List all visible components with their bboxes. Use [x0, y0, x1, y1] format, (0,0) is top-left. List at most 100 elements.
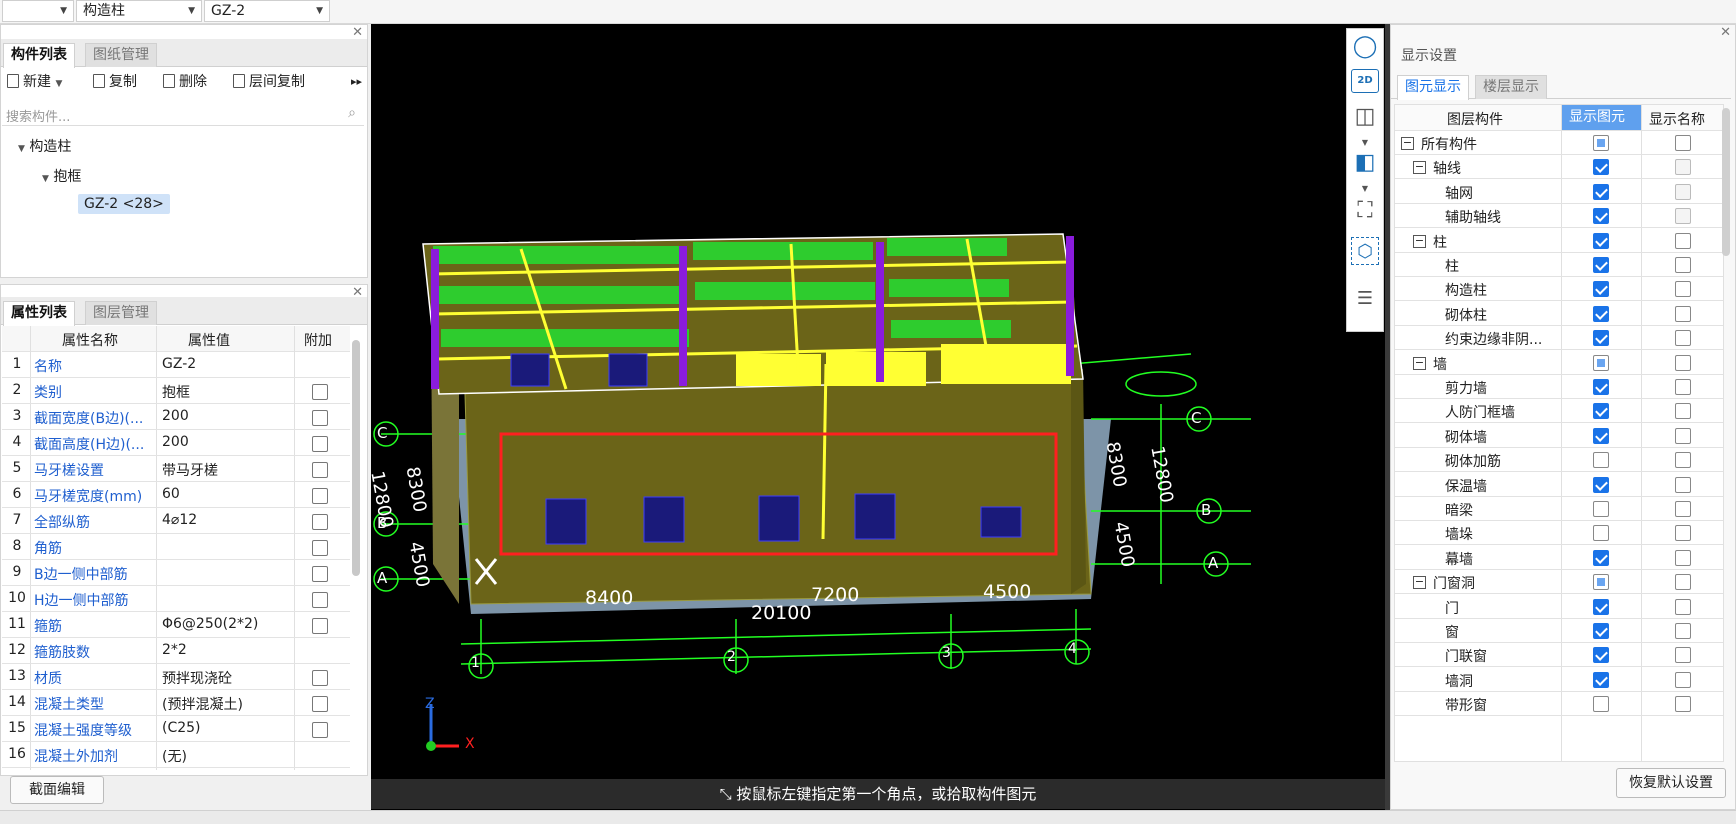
show-name-checkbox[interactable]	[1675, 330, 1691, 347]
property-value[interactable]: 2*2	[162, 642, 187, 658]
restore-defaults-button[interactable]: 恢复默认设置	[1616, 768, 1726, 798]
property-value[interactable]: (无)	[162, 746, 187, 766]
property-value[interactable]: 带马牙槎	[162, 460, 218, 480]
property-row[interactable]: 11 箍筋 Φ6@250(2*2)	[2, 612, 350, 638]
show-element-checkbox[interactable]	[1593, 427, 1609, 444]
append-checkbox[interactable]	[312, 540, 328, 556]
property-row[interactable]: 7 全部纵筋 4⌀12	[2, 508, 350, 534]
property-row[interactable]: 2 类别 抱框	[2, 378, 350, 404]
show-name-checkbox[interactable]	[1675, 671, 1691, 688]
display-row[interactable]: 门	[1395, 595, 1723, 619]
append-checkbox[interactable]	[312, 592, 328, 608]
display-row[interactable]: 人防门框墙	[1395, 399, 1723, 424]
append-checkbox[interactable]	[312, 488, 328, 504]
display-row[interactable]: 剪力墙	[1395, 375, 1723, 399]
box-select-icon[interactable]: ⬡	[1351, 237, 1379, 265]
tree-leaf-selected[interactable]: GZ-2 <28>	[78, 194, 170, 214]
show-element-checkbox[interactable]	[1593, 549, 1609, 566]
append-checkbox[interactable]	[312, 618, 328, 634]
show-name-checkbox[interactable]	[1675, 159, 1691, 176]
show-name-checkbox[interactable]	[1675, 354, 1691, 371]
section-edit-button[interactable]: 截面编辑	[10, 776, 104, 804]
show-name-checkbox[interactable]	[1675, 232, 1691, 249]
show-name-checkbox[interactable]	[1675, 647, 1691, 664]
floor-combo[interactable]: ▼	[2, 0, 74, 22]
append-checkbox[interactable]	[312, 722, 328, 738]
view-2d-icon[interactable]: 2D	[1351, 69, 1379, 93]
close-icon[interactable]: ✕	[352, 25, 363, 40]
show-name-checkbox[interactable]	[1675, 623, 1691, 639]
show-element-checkbox[interactable]	[1593, 696, 1609, 713]
property-row[interactable]: 8 角筋	[2, 534, 350, 560]
property-row[interactable]: 4 截面高度(H边)(... 200	[2, 430, 350, 456]
copy-button[interactable]: 复制	[93, 72, 137, 92]
tab-drawing-management[interactable]: 图纸管理	[85, 43, 157, 67]
append-checkbox[interactable]	[312, 696, 328, 712]
append-checkbox[interactable]	[312, 436, 328, 452]
show-element-checkbox[interactable]	[1593, 281, 1609, 298]
show-name-checkbox[interactable]	[1675, 427, 1691, 444]
properties-scrollbar[interactable]	[352, 340, 360, 576]
new-button[interactable]: 新建 ▼	[7, 72, 62, 94]
show-element-checkbox[interactable]	[1593, 208, 1609, 225]
display-row[interactable]: − 柱	[1395, 229, 1723, 253]
display-row[interactable]: − 墙	[1395, 351, 1723, 375]
component-name-combo[interactable]: GZ-2 ▼	[204, 0, 330, 22]
display-row[interactable]: 门联窗	[1395, 643, 1723, 668]
display-row[interactable]: 约束边缘非阴...	[1395, 326, 1723, 351]
display-settings-icon[interactable]: ☰	[1351, 285, 1379, 313]
display-row[interactable]: 辅助轴线	[1395, 204, 1723, 229]
display-row[interactable]: 带形窗	[1395, 692, 1723, 717]
append-checkbox[interactable]	[312, 670, 328, 686]
property-value[interactable]: 60	[162, 486, 180, 502]
show-element-checkbox[interactable]	[1593, 330, 1609, 347]
property-value[interactable]: 4⌀12	[162, 512, 197, 528]
floor-copy-button[interactable]: 层间复制	[233, 72, 305, 92]
show-name-checkbox[interactable]	[1675, 305, 1691, 322]
show-name-checkbox[interactable]	[1675, 208, 1691, 225]
display-row[interactable]: 柱	[1395, 253, 1723, 277]
component-type-combo[interactable]: 构造柱 ▼	[76, 0, 202, 22]
display-row[interactable]: 构造柱	[1395, 277, 1723, 302]
show-name-checkbox[interactable]	[1675, 183, 1691, 200]
append-checkbox[interactable]	[312, 514, 328, 530]
show-name-checkbox[interactable]	[1675, 476, 1691, 493]
show-name-checkbox[interactable]	[1675, 257, 1691, 273]
show-name-checkbox[interactable]	[1675, 403, 1691, 420]
property-value[interactable]: 预拌现浇砼	[162, 668, 232, 688]
component-search-input[interactable]: 搜索构件... ⌕	[2, 104, 364, 126]
append-checkbox[interactable]	[312, 462, 328, 478]
display-row[interactable]: 幕墙	[1395, 546, 1723, 570]
show-element-checkbox[interactable]	[1593, 598, 1609, 615]
show-element-checkbox[interactable]	[1593, 671, 1609, 688]
property-row[interactable]: 3 截面宽度(B边)(... 200	[2, 404, 350, 430]
orbit-icon[interactable]: ◯	[1351, 33, 1379, 61]
display-row[interactable]: − 门窗洞	[1395, 570, 1723, 595]
append-checkbox[interactable]	[312, 384, 328, 400]
show-element-checkbox[interactable]	[1593, 135, 1609, 151]
property-row[interactable]: 1 名称 GZ-2	[2, 352, 350, 378]
show-element-checkbox[interactable]	[1593, 379, 1609, 395]
show-name-checkbox[interactable]	[1675, 525, 1691, 542]
show-name-checkbox[interactable]	[1675, 452, 1691, 469]
tab-component-list[interactable]: 构件列表	[3, 43, 75, 68]
show-element-checkbox[interactable]	[1593, 574, 1609, 591]
show-name-checkbox[interactable]	[1675, 281, 1691, 298]
property-row[interactable]: 14 混凝土类型 (预拌混凝土)	[2, 690, 350, 716]
show-name-checkbox[interactable]	[1675, 501, 1691, 517]
property-value[interactable]: 200	[162, 408, 189, 424]
show-element-checkbox[interactable]	[1593, 159, 1609, 176]
display-scrollbar[interactable]	[1722, 108, 1730, 256]
show-element-checkbox[interactable]	[1593, 452, 1609, 469]
property-row[interactable]: 16 混凝土外加剂 (无)	[2, 742, 350, 768]
display-row[interactable]: 砌体墙	[1395, 424, 1723, 448]
delete-button[interactable]: 删除	[163, 72, 207, 92]
show-element-checkbox[interactable]	[1593, 647, 1609, 664]
display-row[interactable]: − 轴线	[1395, 155, 1723, 180]
cube-view-icon[interactable]: ◧	[1351, 149, 1379, 177]
property-row[interactable]: 15 混凝土强度等级 (C25)	[2, 716, 350, 742]
property-row[interactable]: 6 马牙槎宽度(mm) 60	[2, 482, 350, 508]
property-row[interactable]: 12 箍筋肢数 2*2	[2, 638, 350, 664]
more-icon[interactable]: ▸▸	[351, 72, 362, 92]
show-element-checkbox[interactable]	[1593, 354, 1609, 371]
